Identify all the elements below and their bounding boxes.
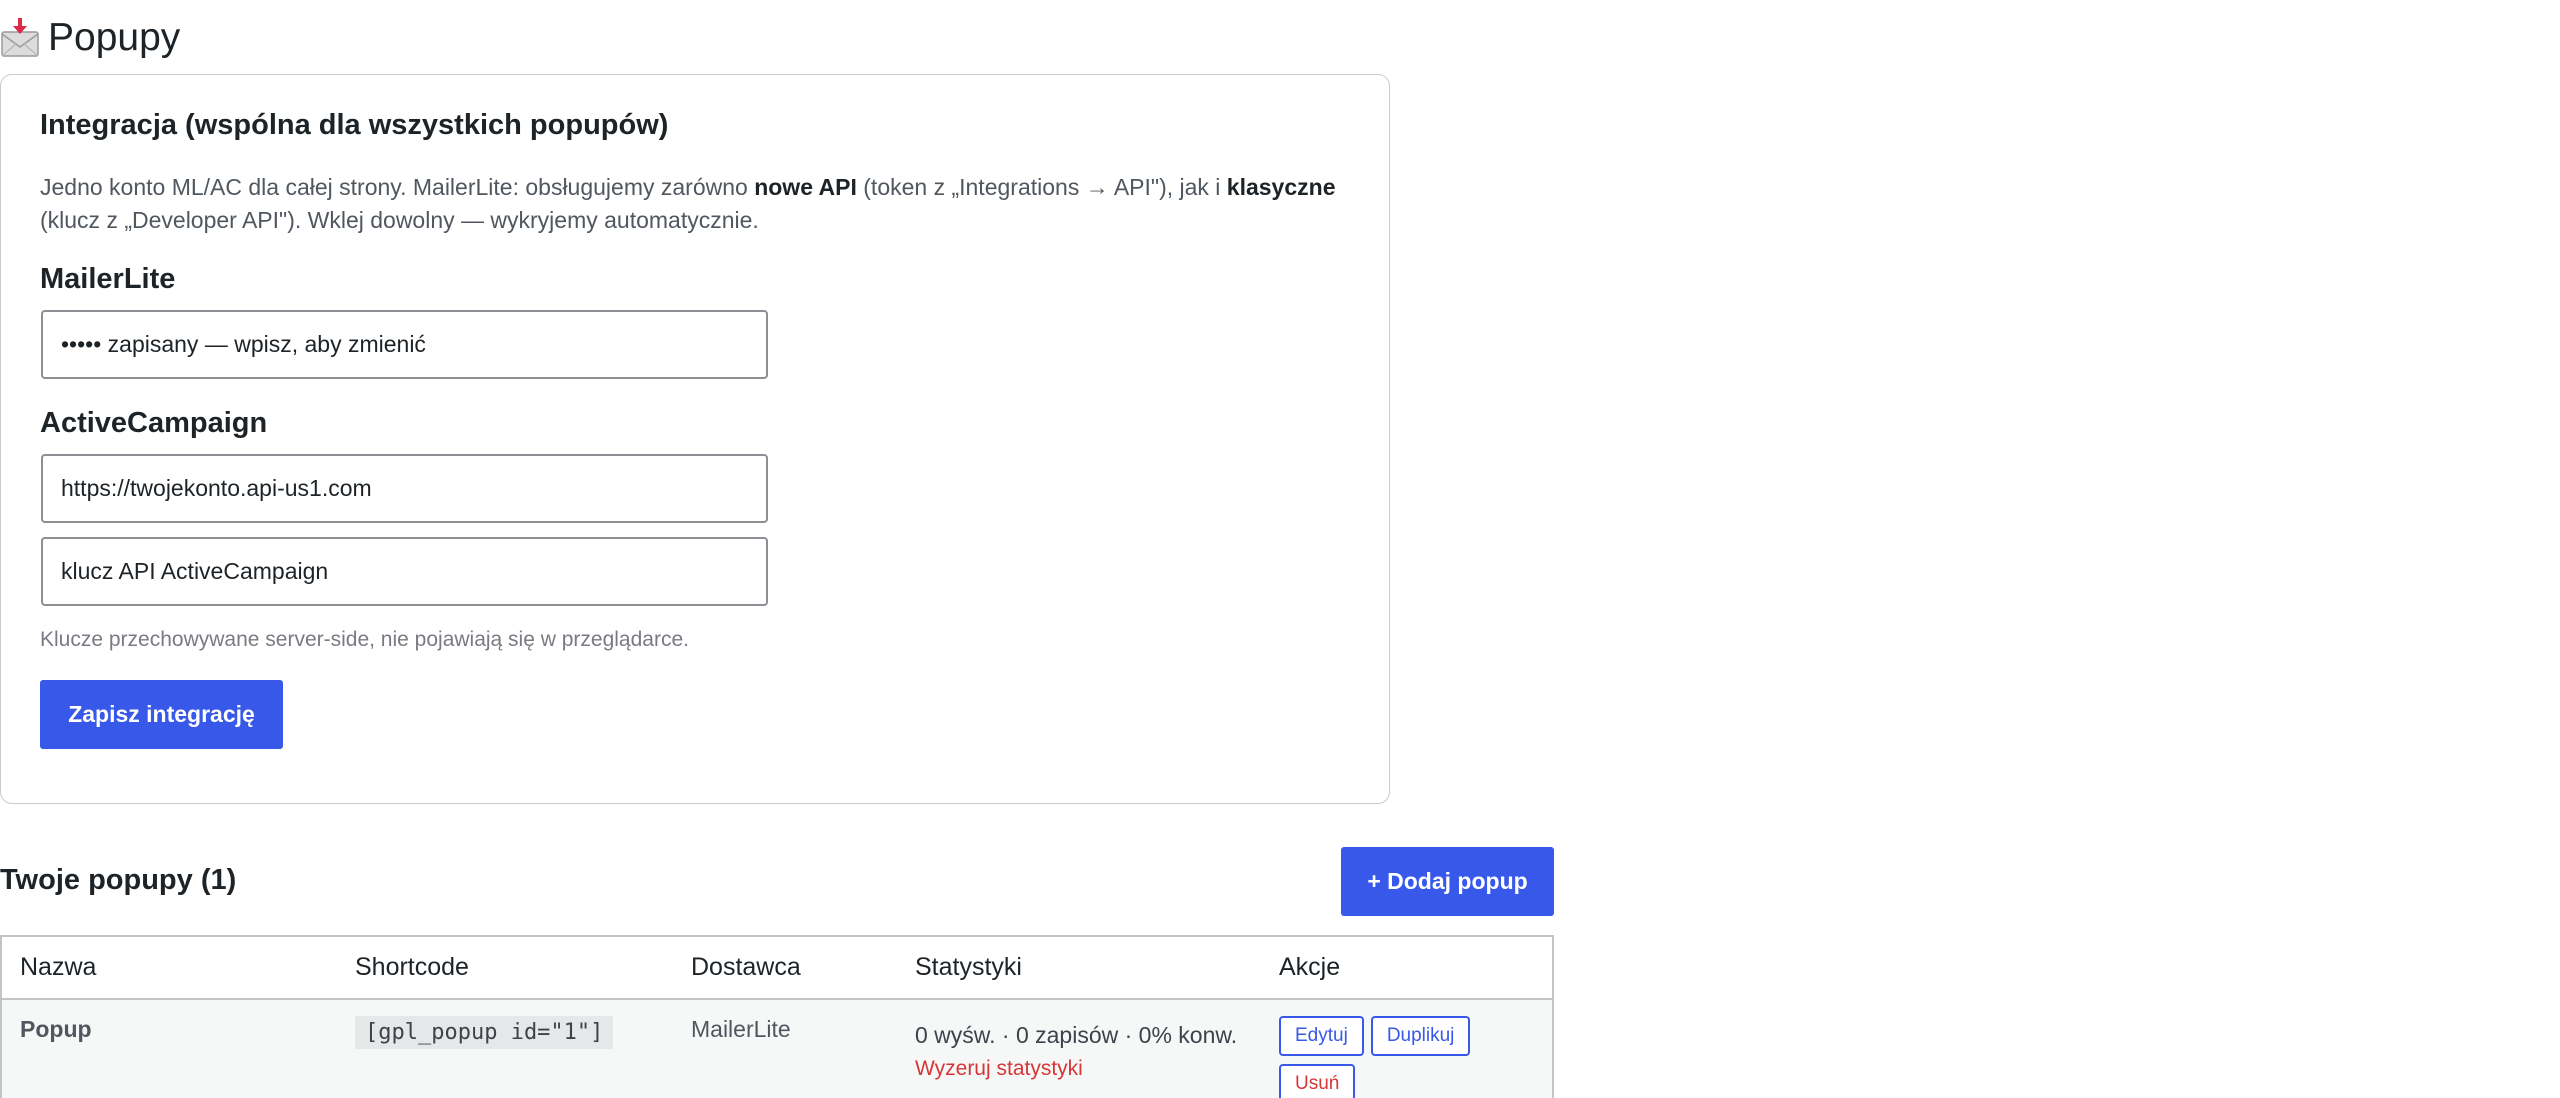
table-row: Popup [gpl_popup id="1"] MailerLite 0 wy…: [1, 999, 1553, 1098]
shortcode-cell: [gpl_popup id="1"]: [337, 999, 673, 1098]
integration-description: Jedno konto ML/AC dla całej strony. Mail…: [40, 171, 1340, 237]
popup-name: Popup: [1, 999, 337, 1098]
actions-cell: Edytuj Duplikuj Usuń: [1261, 999, 1553, 1098]
integration-card: Integracja (wspólna dla wszystkich popup…: [0, 74, 1390, 804]
incoming-envelope-icon: [1, 18, 39, 57]
page-title: Popupy: [0, 16, 180, 60]
desc-text: (token z „Integrations → API"), jak i: [856, 174, 1227, 200]
column-header-name: Nazwa: [1, 936, 337, 1000]
table-header-row: Nazwa Shortcode Dostawca Statystyki Akcj…: [1, 936, 1553, 1000]
keys-hint: Klucze przechowywane server-side, nie po…: [40, 628, 689, 651]
activecampaign-label: ActiveCampaign: [40, 407, 268, 439]
column-header-shortcode: Shortcode: [337, 936, 673, 1000]
delete-button[interactable]: Usuń: [1279, 1064, 1356, 1098]
add-popup-button[interactable]: + Dodaj popup: [1341, 847, 1554, 916]
desc-text: Jedno konto ML/AC dla całej strony. Mail…: [40, 174, 755, 200]
column-header-actions: Akcje: [1261, 936, 1553, 1000]
mailerlite-key-input[interactable]: [41, 310, 768, 379]
provider-cell: MailerLite: [673, 999, 897, 1098]
stats-summary: 0 wyśw. · 0 zapisów · 0% konw.: [915, 1022, 1238, 1048]
column-header-stats: Statystyki: [897, 936, 1261, 1000]
activecampaign-key-input[interactable]: [41, 537, 768, 606]
integration-heading: Integracja (wspólna dla wszystkich popup…: [40, 109, 669, 141]
desc-text: (klucz z „Developer API"). Wklej dowolny…: [40, 207, 759, 233]
save-integration-button[interactable]: Zapisz integrację: [40, 680, 283, 749]
edit-button[interactable]: Edytuj: [1279, 1016, 1364, 1056]
shortcode: [gpl_popup id="1"]: [355, 1016, 614, 1049]
desc-bold-new-api: nowe API: [754, 174, 857, 200]
activecampaign-url-input[interactable]: [41, 454, 768, 523]
popups-heading: Twoje popupy (1): [0, 864, 237, 896]
row-actions: Edytuj Duplikuj Usuń: [1279, 1016, 1509, 1098]
stats-cell: 0 wyśw. · 0 zapisów · 0% konw. Wyzeruj s…: [897, 999, 1261, 1098]
page-title-text: Popupy: [48, 16, 181, 59]
duplicate-button[interactable]: Duplikuj: [1370, 1016, 1471, 1056]
page: Popupy Integracja (wspólna dla wszystkic…: [0, 0, 2560, 1098]
desc-bold-classic: klasyczne: [1226, 174, 1336, 200]
popups-table: Nazwa Shortcode Dostawca Statystyki Akcj…: [0, 935, 1554, 1098]
reset-stats-link[interactable]: Wyzeruj statystyki: [915, 1057, 1083, 1081]
column-header-provider: Dostawca: [673, 936, 897, 1000]
mailerlite-label: MailerLite: [40, 263, 176, 295]
